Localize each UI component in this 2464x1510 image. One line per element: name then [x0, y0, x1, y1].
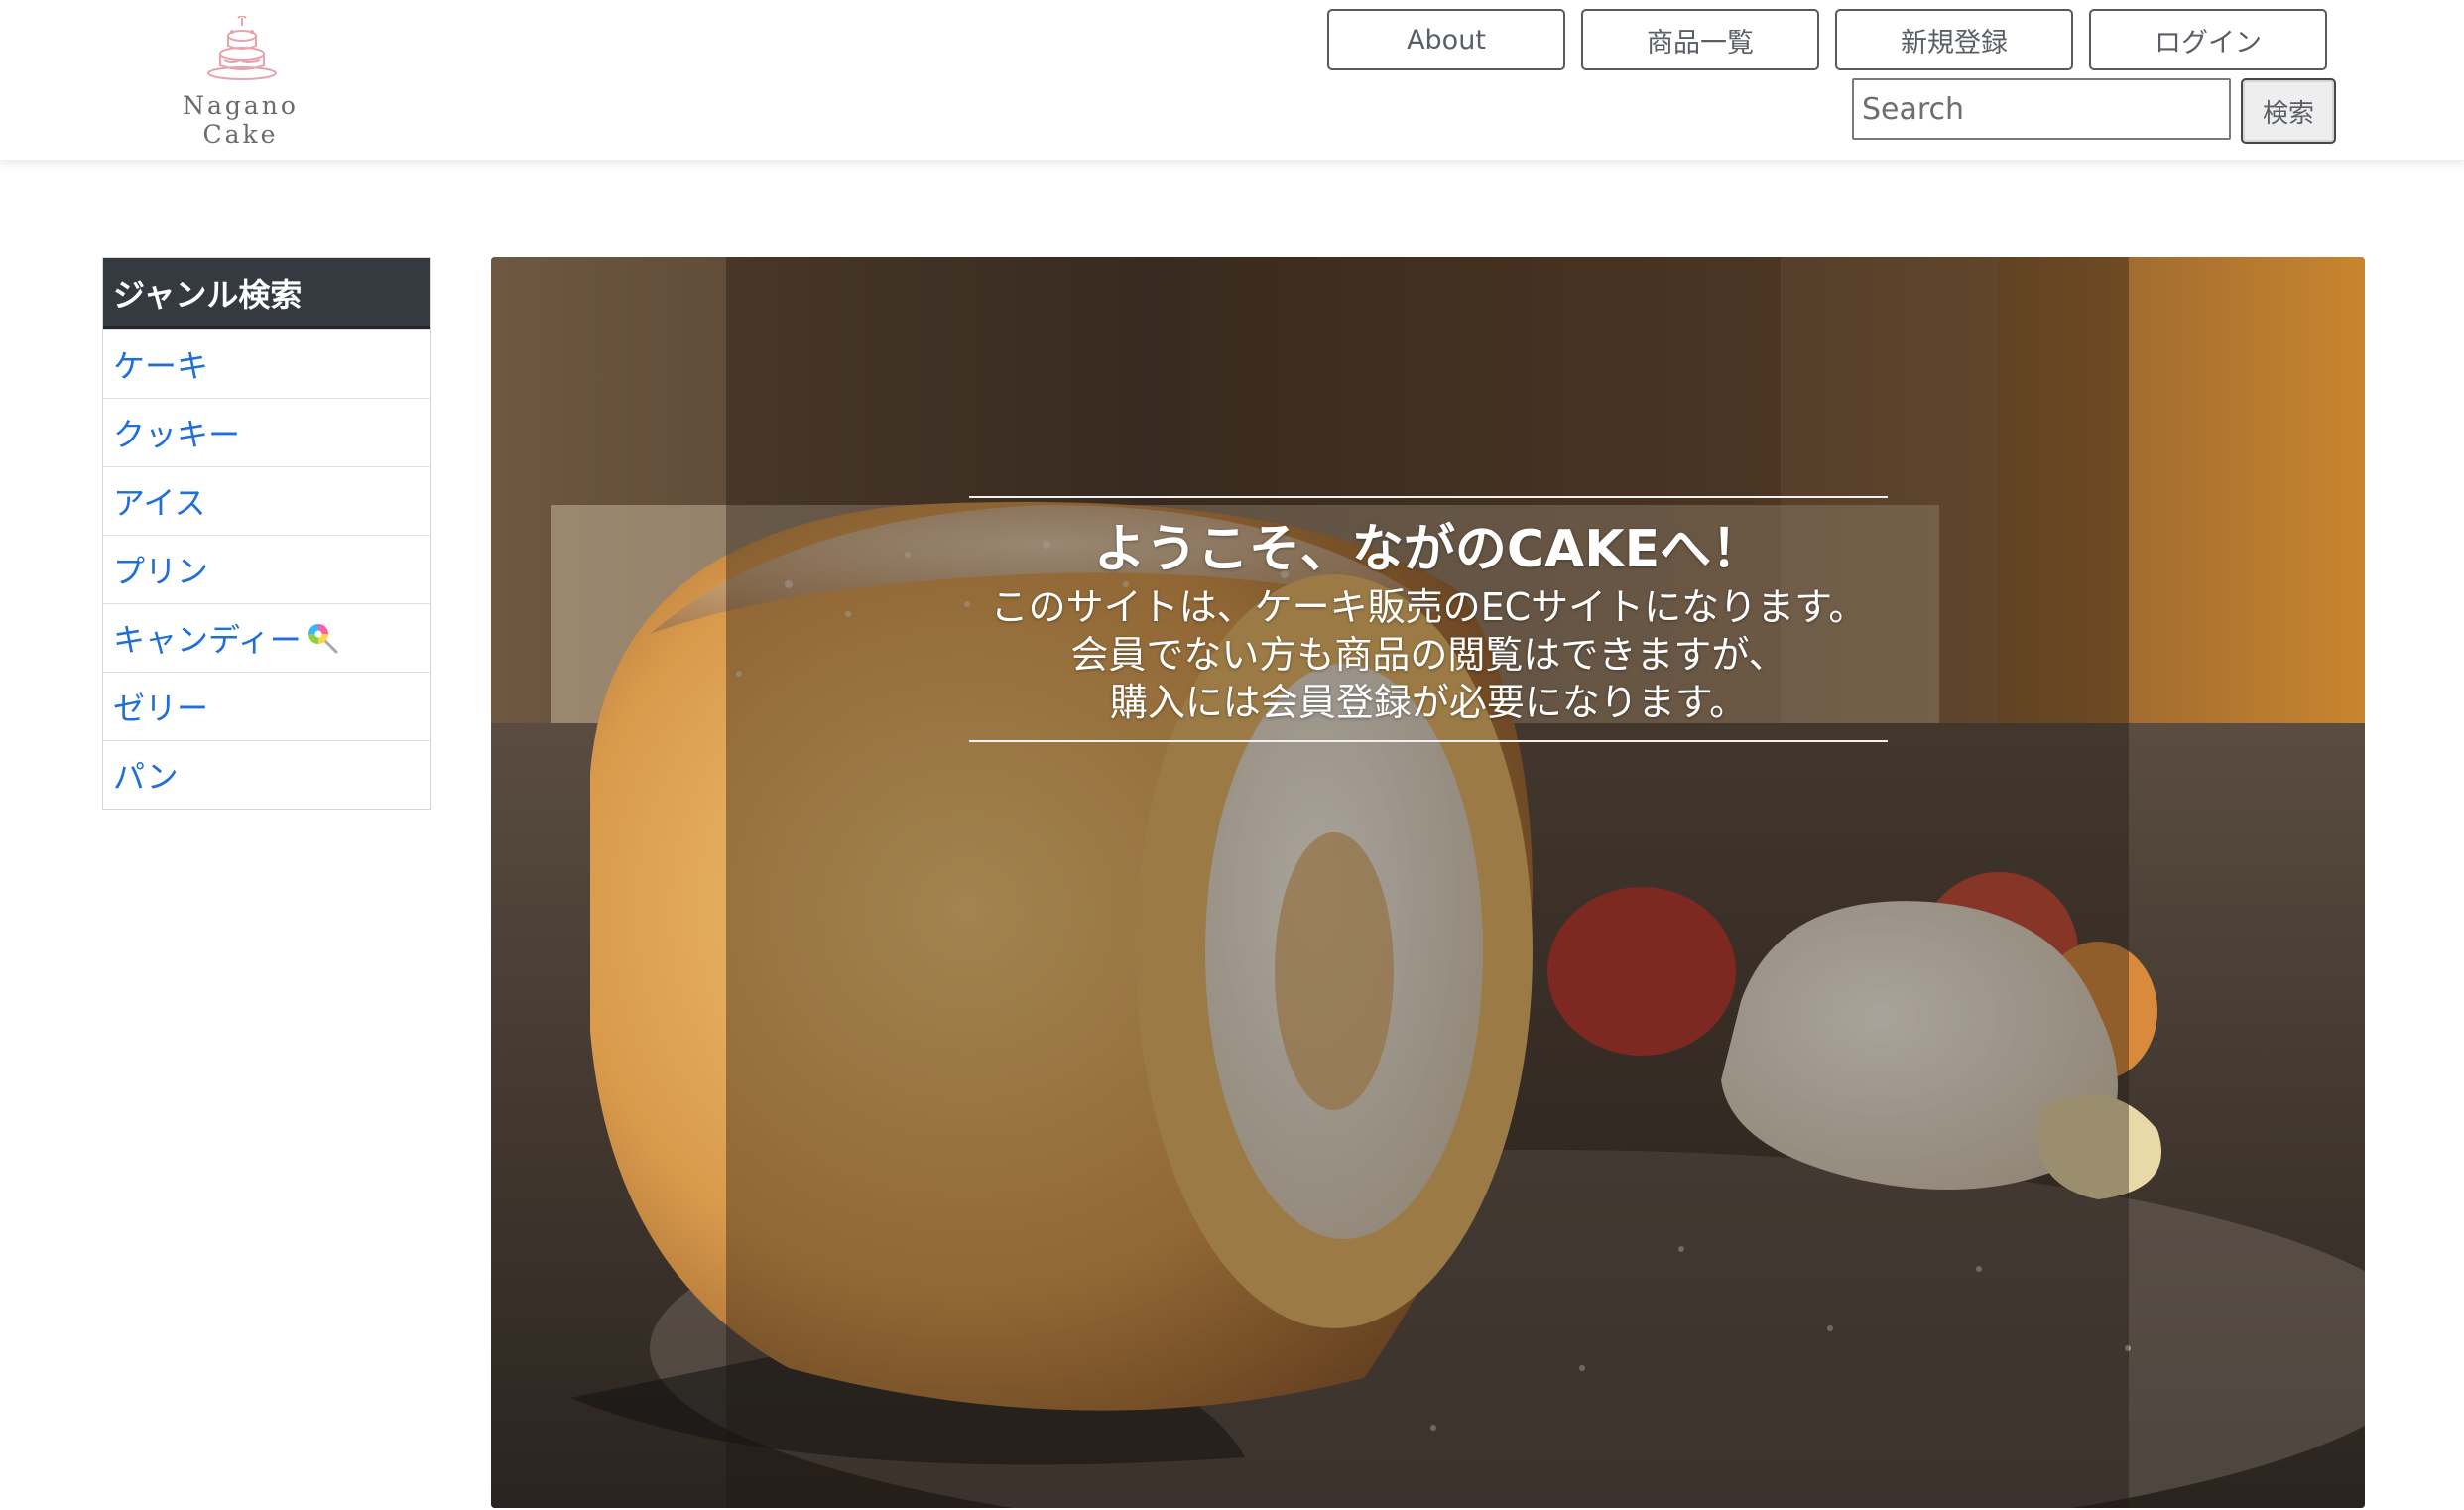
- hero-banner: [491, 257, 2365, 1508]
- product-list-button[interactable]: 商品一覧: [1581, 9, 1819, 70]
- sidebar-item-ice[interactable]: アイス: [103, 466, 430, 535]
- sidebar-item-candy[interactable]: キャンディー: [103, 603, 430, 672]
- hero-line: 購入には会員登録が必要になります。: [1109, 681, 1748, 724]
- search-input[interactable]: [1852, 78, 2231, 140]
- search-button[interactable]: 検索: [2241, 78, 2336, 144]
- hero-message: ようこそ、ながのCAKEへ！ このサイトは、ケーキ販売のECサイトになります。 …: [969, 496, 1888, 742]
- site-header: Nagano Cake About 商品一覧 新規登録 ログイン 検索: [0, 0, 2464, 161]
- login-button[interactable]: ログイン: [2089, 9, 2327, 70]
- sidebar-item-label: クッキー: [113, 416, 241, 453]
- signup-button[interactable]: 新規登録: [1835, 9, 2073, 70]
- sidebar-item-bread[interactable]: パン: [103, 740, 430, 809]
- sidebar-item-label: プリン: [113, 553, 209, 590]
- sidebar-item-cake[interactable]: ケーキ: [103, 329, 430, 398]
- site-logo[interactable]: Nagano Cake: [149, 16, 332, 149]
- sidebar-item-jelly[interactable]: ゼリー: [103, 672, 430, 740]
- sidebar-item-label: キャンディー: [113, 621, 302, 659]
- cake-logo-icon: [207, 16, 277, 80]
- hero-line: このサイトは、ケーキ販売のECサイトになります。: [990, 585, 1867, 629]
- sidebar-title: ジャンル検索: [103, 258, 430, 329]
- hero-title: ようこそ、ながのCAKEへ！: [1093, 520, 1764, 579]
- logo-text: Nagano Cake: [183, 91, 299, 149]
- sidebar-item-cookie[interactable]: クッキー: [103, 398, 430, 466]
- sidebar-item-pudding[interactable]: プリン: [103, 535, 430, 603]
- sidebar-item-label: ゼリー: [113, 690, 209, 727]
- genre-sidebar: ジャンル検索 ケーキ クッキー アイス プリン キャンディー ゼリー パン: [102, 257, 431, 810]
- hero-line: 会員でない方も商品の閲覧はできますが、: [1070, 633, 1786, 677]
- main-nav: About 商品一覧 新規登録 ログイン: [1327, 9, 2327, 70]
- sidebar-item-label: アイス: [113, 484, 206, 522]
- lollipop-icon: [308, 624, 338, 654]
- hero-overlay: [726, 257, 2129, 1508]
- sidebar-item-label: ケーキ: [113, 347, 209, 385]
- sidebar-item-label: パン: [113, 758, 179, 796]
- about-button[interactable]: About: [1327, 9, 1565, 70]
